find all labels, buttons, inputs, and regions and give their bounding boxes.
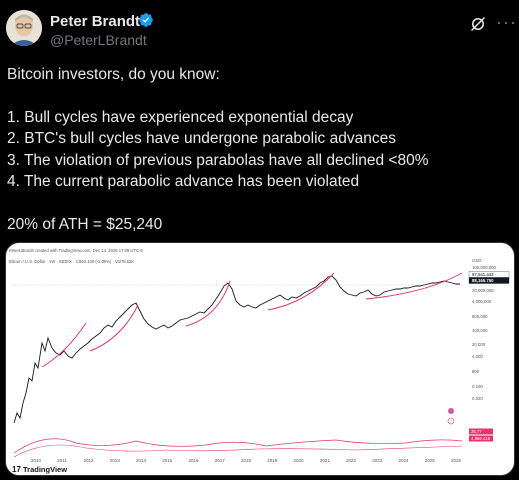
year-tick-label: 2023 [372,458,383,463]
tweet-list-item: 4. The current parabolic advance has bee… [7,173,360,190]
year-tick-label: 2026 [451,458,462,463]
price-tick-label: 88,165.750 [472,278,494,283]
price-tick-label: 0.100 [472,384,483,389]
indicator-line-2 [13,444,463,458]
avatar-image [6,10,42,46]
year-tick-label: 2017 [215,458,226,463]
event-marker-icon[interactable] [448,408,454,414]
tweet-header: Peter Brandt @PeterLBrandt ··· [0,0,519,60]
price-tick-label: 0.020 [472,396,483,401]
tweet-line: Bitcoin investors, do you know: [7,66,220,83]
year-tick-label: 2018 [241,458,252,463]
tradingview-watermark: TradingView [23,465,67,474]
year-axis: 2010 2011 2012 2013 2014 2015 2016 2017 2018 2019… [31,458,462,463]
indicator-line-1 [13,438,463,454]
chart-symbol: Bitcoin / U.S. Dollar · 1W · INDEX · 4,8… [9,259,134,264]
price-tick-label: 800 [472,369,480,374]
year-tick-label: 2015 [162,458,173,463]
tweet-list-item: 2. BTC's bull cycles have undergone para… [7,130,396,147]
tweet-list-item: 3. The violation of previous parabolas h… [7,151,429,169]
price-axis: 100,000,000 97,541.44388,165.750 20,000,00… [468,265,510,442]
avatar[interactable] [6,10,42,46]
year-tick-label: 2011 [57,458,67,463]
year-tick-label: 2024 [399,458,410,463]
price-tick-label: 4,000,000 [472,299,492,304]
year-tick-label: 2021 [320,458,331,463]
year-tick-label: 2020 [294,458,305,463]
parabola-2011 [41,322,87,368]
year-tick-label: 2010 [31,458,42,463]
price-tick-label: 97,541.443 [472,272,494,277]
chart-caption: PeterLBrandt created with TradingView.co… [9,248,143,253]
grok-icon[interactable] [469,15,487,33]
indicator-value-label: 25.77 [471,429,482,434]
price-tick-label: 800,000 [472,314,488,319]
tweet-closing-line: 20% of ATH = $25,240 [7,215,163,233]
tweet-text: Bitcoin investors, do you know: 1. Bull … [7,64,507,235]
parabola-2021 [267,272,335,311]
more-options-icon[interactable]: ··· [496,12,517,33]
indicator-value-label: 4,866.415 [471,436,491,441]
verified-badge-icon [139,13,153,27]
author-name[interactable]: Peter Brandt [50,13,140,30]
btc-price-line [13,275,460,424]
price-tick-label: 20,000,000 [472,288,494,293]
year-tick-label: 2025 [425,458,436,463]
tweet-list-item: 1. Bull cycles have experienced exponent… [7,108,354,126]
tradingview-logo-icon: 17 [12,465,21,474]
chart-image[interactable]: PeterLBrandt created with TradingView.co… [5,242,515,476]
year-tick-label: 2012 [84,458,95,463]
year-tick-label: 2019 [267,458,278,463]
parabola-2013 [89,304,139,352]
currency-label: USD [472,258,482,263]
author-handle[interactable]: @PeterLBrandt [50,32,147,48]
price-tick-label: 4,000 [472,354,483,359]
year-tick-label: 2022 [346,458,357,463]
tradingview-chart: PeterLBrandt created with TradingView.co… [9,248,510,474]
price-tick-label: 100,000,000 [472,265,497,270]
price-tick-label: 100,000 [472,328,488,333]
year-tick-label: 2014 [136,458,147,463]
event-marker-icon[interactable] [447,417,455,425]
year-tick-label: 2013 [110,458,121,463]
price-tick-label: 20,000 [472,342,486,347]
year-tick-label: 2016 [189,458,200,463]
